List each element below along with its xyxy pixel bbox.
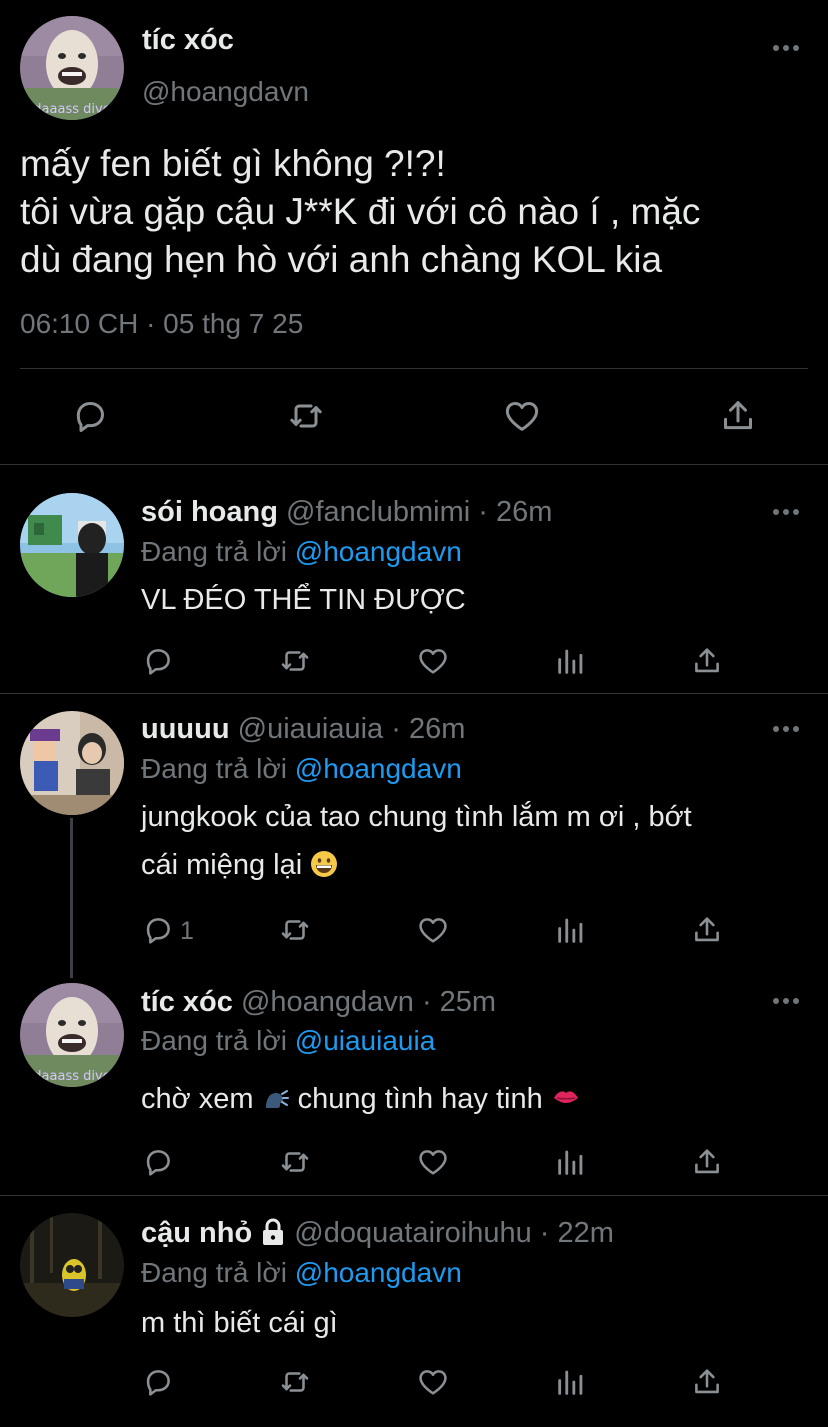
- share-icon[interactable]: [718, 396, 758, 436]
- tweet-text-line: tôi vừa gặp cậu J**K đi với cô nào í , m…: [20, 191, 701, 232]
- replying-to: Đang trả lời @hoangdavn: [141, 1257, 462, 1289]
- author-handle-time[interactable]: @uiauiauia · 26m: [238, 713, 466, 745]
- replying-to: Đang trả lời @hoangdavn: [141, 753, 462, 785]
- retweet-icon[interactable]: [278, 644, 312, 678]
- author-name[interactable]: sói hoang: [141, 496, 278, 528]
- like-icon[interactable]: [502, 396, 542, 436]
- replying-prefix: Đang trả lời: [141, 536, 287, 567]
- reply-tweet[interactable]: uuuuu @uiauiauia · 26m Đang trả lời @hoa…: [0, 695, 828, 963]
- analytics-icon[interactable]: [554, 644, 588, 678]
- more-options-icon[interactable]: [768, 989, 804, 1013]
- lock-icon: [260, 1218, 286, 1246]
- reply-icon[interactable]: [70, 396, 110, 436]
- reply-text-segment: chung tình hay tinh: [297, 1083, 543, 1115]
- more-options-icon[interactable]: [768, 717, 804, 741]
- mention-link[interactable]: @hoangdavn: [295, 753, 462, 784]
- analytics-icon[interactable]: [554, 1365, 588, 1399]
- avatar[interactable]: daaass dive: [20, 16, 124, 120]
- more-options-icon[interactable]: [768, 36, 804, 60]
- author-handle-time[interactable]: @doquatairoihuhu · 22m: [294, 1217, 614, 1249]
- mention-link[interactable]: @hoangdavn: [295, 536, 462, 567]
- reply-text-line: m thì biết cái gì: [141, 1307, 338, 1339]
- author-name[interactable]: uuuuu: [141, 713, 230, 745]
- reply-icon[interactable]: [141, 1145, 175, 1179]
- author-handle[interactable]: @hoangdavn: [142, 76, 309, 108]
- avatar[interactable]: [20, 493, 124, 597]
- like-icon[interactable]: [416, 1145, 450, 1179]
- reply-text: VL ĐÉO THỂ TIN ĐƯỢC: [141, 576, 801, 624]
- tweet-thread-page: daaass dive tíc xóc @hoangdavn mấy fen b…: [0, 0, 828, 1427]
- reply-icon[interactable]: [141, 1365, 175, 1399]
- tweet-text-line: mấy fen biết gì không ?!?!: [20, 143, 446, 184]
- analytics-icon[interactable]: [554, 913, 588, 947]
- reply-text-segment: chờ xem: [141, 1083, 254, 1115]
- retweet-icon[interactable]: [278, 1145, 312, 1179]
- reply-text-line: jungkook của tao chung tình lắm m ơi , b…: [141, 801, 692, 833]
- mention-link[interactable]: @hoangdavn: [295, 1257, 462, 1288]
- replying-prefix: Đang trả lời: [141, 1257, 287, 1288]
- reply-tweet[interactable]: sói hoang @fanclubmimi · 26m Đang trả lờ…: [0, 466, 828, 694]
- avatar-caption: daaass dive: [33, 1069, 110, 1084]
- divider: [20, 368, 808, 369]
- more-options-icon[interactable]: [768, 500, 804, 524]
- reply-count: 1: [180, 917, 194, 945]
- retweet-icon[interactable]: [286, 396, 326, 436]
- reply-tweet[interactable]: cậu nhỏ @doquatairoihuhu · 22m Đang trả …: [0, 1197, 828, 1427]
- kiss-mark-emoji-icon: [551, 1084, 581, 1112]
- share-icon[interactable]: [690, 644, 724, 678]
- share-icon[interactable]: [690, 1365, 724, 1399]
- reply-text: jungkook của tao chung tình lắm m ơi , b…: [141, 793, 801, 889]
- like-icon[interactable]: [416, 1365, 450, 1399]
- avatar-caption: daaass dive: [33, 102, 110, 117]
- avatar[interactable]: [20, 1213, 124, 1317]
- main-tweet: daaass dive tíc xóc @hoangdavn mấy fen b…: [0, 0, 828, 465]
- reply-header: uuuuu @uiauiauia · 26m: [141, 713, 465, 746]
- replying-to: Đang trả lời @hoangdavn: [141, 536, 462, 568]
- reply-icon[interactable]: [141, 644, 175, 678]
- reply-header: tíc xóc @hoangdavn · 25m: [141, 986, 496, 1019]
- reply-icon[interactable]: [141, 913, 175, 947]
- analytics-icon[interactable]: [554, 1145, 588, 1179]
- avatar[interactable]: [20, 711, 124, 815]
- reply-text-segment: cái miệng lại: [141, 849, 303, 881]
- author-name[interactable]: tíc xóc: [141, 986, 233, 1018]
- author-handle-time[interactable]: @hoangdavn · 25m: [241, 986, 496, 1018]
- reply-tweet[interactable]: daaass dive tíc xóc @hoangdavn · 25m Đan…: [0, 963, 828, 1196]
- retweet-icon[interactable]: [278, 1365, 312, 1399]
- replying-prefix: Đang trả lời: [141, 1025, 287, 1056]
- tweet-text: mấy fen biết gì không ?!?! tôi vừa gặp c…: [20, 140, 810, 284]
- reply-header: cậu nhỏ @doquatairoihuhu · 22m: [141, 1217, 614, 1250]
- reply-header: sói hoang @fanclubmimi · 26m: [141, 496, 552, 529]
- author-handle-time[interactable]: @fanclubmimi · 26m: [286, 496, 552, 528]
- reply-text: m thì biết cái gì: [141, 1299, 801, 1347]
- retweet-icon[interactable]: [278, 913, 312, 947]
- share-icon[interactable]: [690, 913, 724, 947]
- replying-to: Đang trả lời @uiauiauia: [141, 1025, 435, 1057]
- reply-text-line: VL ĐÉO THỂ TIN ĐƯỢC: [141, 584, 466, 616]
- grinning-emoji-icon: [310, 850, 338, 878]
- reply-text: chờ xem chung tình hay tinh: [141, 1075, 801, 1123]
- share-icon[interactable]: [690, 1145, 724, 1179]
- like-icon[interactable]: [416, 644, 450, 678]
- tweet-timestamp[interactable]: 06:10 CH · 05 thg 7 25: [20, 308, 303, 340]
- tweet-text-line: dù đang hẹn hò với anh chàng KOL kia: [20, 239, 663, 280]
- speaking-head-emoji-icon: [262, 1084, 290, 1112]
- mention-link[interactable]: @uiauiauia: [295, 1025, 436, 1056]
- like-icon[interactable]: [416, 913, 450, 947]
- reply-text-line: chờ xem chung tình hay tinh: [141, 1075, 801, 1123]
- author-name[interactable]: cậu nhỏ: [141, 1217, 252, 1249]
- reply-text-line-2: cái miệng lại: [141, 841, 801, 889]
- avatar[interactable]: daaass dive: [20, 983, 124, 1087]
- replying-prefix: Đang trả lời: [141, 753, 287, 784]
- author-name[interactable]: tíc xóc: [142, 24, 234, 57]
